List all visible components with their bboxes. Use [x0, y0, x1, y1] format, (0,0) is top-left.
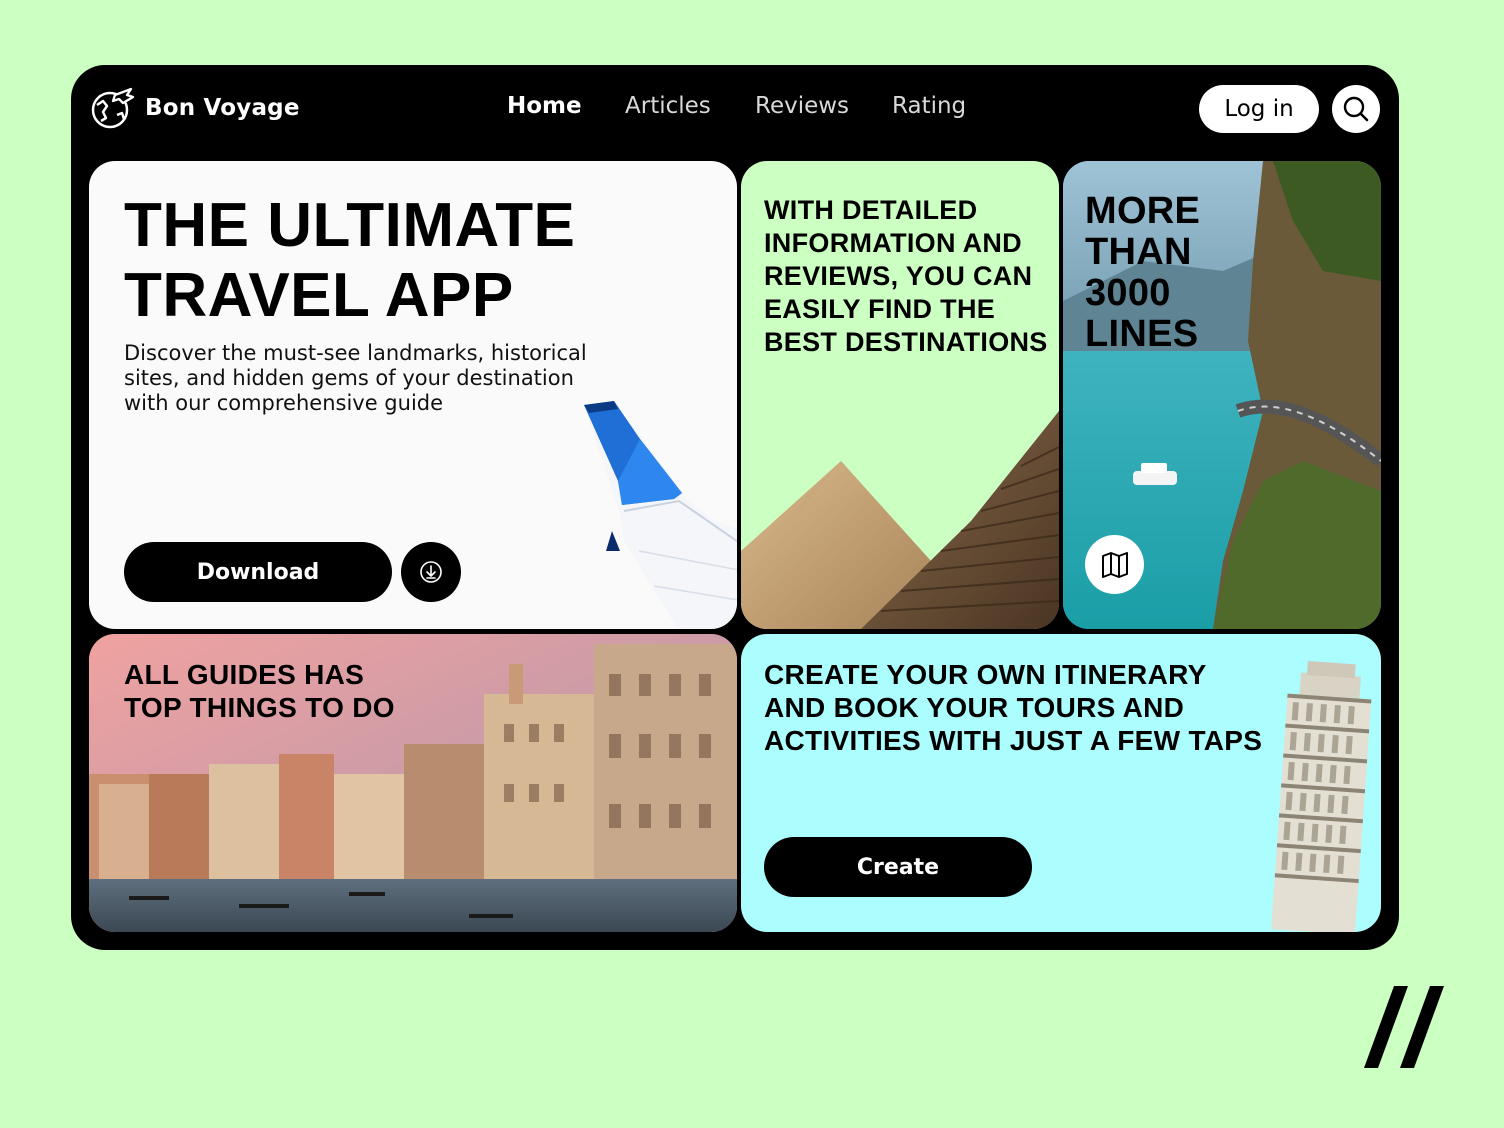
app-window: Bon Voyage Home Articles Reviews Rating …: [71, 65, 1399, 950]
download-icon-button[interactable]: [401, 542, 461, 602]
main-menu: Home Articles Reviews Rating: [507, 93, 992, 119]
hero-card: THE ULTIMATE TRAVEL APP Discover the mus…: [89, 161, 737, 629]
search-button[interactable]: [1332, 85, 1380, 133]
brand-name: Bon Voyage: [145, 95, 300, 121]
airplane-wing-image: [584, 401, 737, 629]
brand[interactable]: Bon Voyage: [89, 85, 300, 131]
lines-text-line-2: THAN: [1085, 231, 1192, 273]
map-icon: [1101, 551, 1128, 578]
search-icon: [1343, 96, 1369, 122]
guides-card-text: ALL GUIDES HAS TOP THINGS TO DO: [124, 658, 504, 724]
lines-text-line-3: 3000: [1085, 272, 1171, 314]
guides-text-line-1: ALL GUIDES HAS: [124, 659, 365, 690]
nav-item-reviews[interactable]: Reviews: [755, 93, 892, 119]
hero-title-line-2: TRAVEL APP: [124, 261, 514, 330]
lines-text-line-4: LINES: [1085, 313, 1199, 355]
leaning-tower-image: [1271, 660, 1372, 932]
globe-plane-icon: [91, 87, 135, 129]
map-button[interactable]: [1085, 535, 1144, 594]
lines-card: MORE THAN 3000 LINES: [1063, 161, 1381, 629]
login-button[interactable]: Log in: [1199, 85, 1319, 133]
pyramids-image: [741, 411, 1059, 629]
top-navbar: Bon Voyage Home Articles Reviews Rating …: [71, 65, 1399, 161]
itinerary-text-line-1: CREATE YOUR OWN ITINERARY: [764, 659, 1207, 690]
info-card: WITH DETAILED INFORMATION AND REVIEWS, Y…: [741, 161, 1059, 629]
nav-item-rating[interactable]: Rating: [892, 93, 992, 119]
download-button[interactable]: Download: [124, 542, 392, 602]
hero-description: Discover the must-see landmarks, histori…: [124, 341, 587, 415]
itinerary-text-line-3: ACTIVITIES WITH JUST A FEW TAPS: [764, 725, 1263, 756]
info-card-text: WITH DETAILED INFORMATION AND REVIEWS, Y…: [764, 195, 1048, 357]
itinerary-card: CREATE YOUR OWN ITINERARY AND BOOK YOUR …: [741, 634, 1381, 932]
guides-text-line-2: TOP THINGS TO DO: [124, 692, 395, 723]
lines-card-text: MORE THAN 3000 LINES: [1085, 191, 1285, 355]
download-icon: [420, 561, 442, 583]
lines-text-line-1: MORE: [1085, 190, 1201, 232]
create-button[interactable]: Create: [764, 837, 1032, 897]
nav-item-home[interactable]: Home: [507, 93, 625, 119]
hero-title: THE ULTIMATE TRAVEL APP: [124, 191, 575, 331]
itinerary-card-text: CREATE YOUR OWN ITINERARY AND BOOK YOUR …: [764, 658, 1264, 757]
double-slash-logo: [1364, 986, 1444, 1068]
guides-card: ALL GUIDES HAS TOP THINGS TO DO: [89, 634, 737, 932]
itinerary-text-line-2: AND BOOK YOUR TOURS AND: [764, 692, 1185, 723]
hero-title-line-1: THE ULTIMATE: [124, 191, 576, 260]
nav-item-articles[interactable]: Articles: [625, 93, 755, 119]
